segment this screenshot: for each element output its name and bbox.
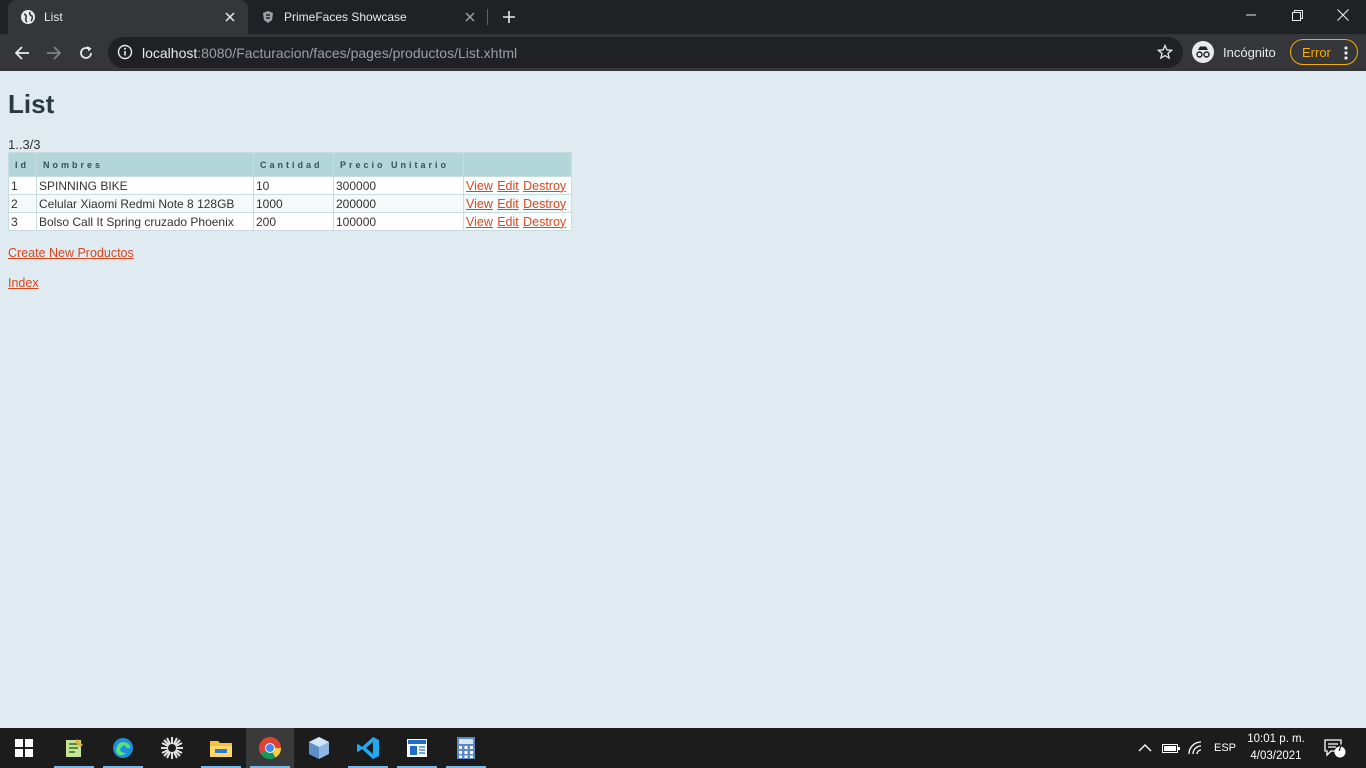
column-header-actions: [463, 152, 572, 177]
incognito-indicator[interactable]: Incógnito: [1192, 40, 1276, 64]
vscode-icon[interactable]: [344, 728, 392, 768]
productos-table: Id Nombres Cantidad Precio Unitario 1 SP…: [8, 152, 572, 231]
cell-nombre: SPINNING BIKE: [36, 176, 254, 195]
tab-separator: [487, 9, 488, 25]
page-content: List 1..3/3 Id Nombres Cantidad Precio U…: [0, 71, 1366, 728]
view-link[interactable]: View: [466, 197, 493, 211]
cell-cantidad: 1000: [253, 194, 334, 213]
primefaces-shield-icon: [260, 9, 276, 25]
view-link[interactable]: View: [466, 215, 493, 229]
profile-error-button[interactable]: Error: [1290, 39, 1358, 65]
destroy-link[interactable]: Destroy: [523, 179, 566, 193]
cell-precio: 300000: [333, 176, 464, 195]
language-indicator[interactable]: ESP: [1214, 728, 1236, 768]
pagination-range: 1..3/3: [8, 137, 41, 152]
cell-cantidad: 200: [253, 212, 334, 231]
clock-date: 4/03/2021: [1250, 750, 1302, 762]
windows-taskbar: ESP 10:01 p. m. 4/03/2021 7: [0, 728, 1366, 768]
table-row: 3 Bolso Call It Spring cruzado Phoenix 2…: [8, 212, 572, 231]
destroy-link[interactable]: Destroy: [523, 215, 566, 229]
clock-time: 10:01 p. m.: [1247, 733, 1305, 745]
tab-list[interactable]: List: [8, 0, 248, 34]
cell-actions: View Edit Destroy: [463, 194, 572, 213]
start-icon[interactable]: [0, 728, 48, 768]
table-row: 1 SPINNING BIKE 10 300000 View Edit Dest…: [8, 176, 572, 195]
view-link[interactable]: View: [466, 179, 493, 193]
incognito-label: Incógnito: [1223, 44, 1276, 60]
cell-cantidad: 10: [253, 176, 334, 195]
info-icon[interactable]: [117, 44, 133, 60]
wifi-icon[interactable]: [1188, 728, 1204, 768]
url-host: localhost: [142, 45, 198, 61]
table-row: 2 Celular Xiaomi Redmi Note 8 128GB 1000…: [8, 194, 572, 213]
clock[interactable]: 10:01 p. m. 4/03/2021: [1240, 731, 1312, 765]
battery-icon[interactable]: [1162, 728, 1180, 768]
tab-strip: List PrimeFaces Showcase: [0, 0, 1366, 34]
calculator-icon[interactable]: [442, 728, 490, 768]
cell-id: 2: [8, 194, 37, 213]
forward-arrow-icon[interactable]: [40, 39, 68, 67]
tab-title: List: [44, 10, 63, 24]
tab-title: PrimeFaces Showcase: [284, 10, 407, 24]
cell-precio: 100000: [333, 212, 464, 231]
edit-link[interactable]: Edit: [497, 197, 519, 211]
url-path: :8080/Facturacion/faces/pages/productos/…: [197, 45, 518, 61]
edge-icon[interactable]: [99, 728, 147, 768]
edit-link[interactable]: Edit: [497, 215, 519, 229]
notification-count: 7: [1337, 743, 1343, 753]
cell-actions: View Edit Destroy: [463, 212, 572, 231]
edit-link[interactable]: Edit: [497, 179, 519, 193]
cube-app-icon[interactable]: [295, 728, 343, 768]
globe-icon: [20, 9, 36, 25]
outlook-icon[interactable]: [393, 728, 441, 768]
chrome-icon[interactable]: [246, 728, 294, 768]
address-bar[interactable]: localhost:8080/Facturacion/faces/pages/p…: [108, 37, 1183, 68]
cell-id: 3: [8, 212, 37, 231]
close-tab-icon[interactable]: [460, 7, 480, 27]
menu-dots-icon[interactable]: [1344, 46, 1348, 60]
tab-primefaces-showcase[interactable]: PrimeFaces Showcase: [248, 0, 488, 34]
column-header-precio: Precio Unitario: [333, 152, 464, 177]
cell-nombre: Celular Xiaomi Redmi Note 8 128GB: [36, 194, 254, 213]
cell-id: 1: [8, 176, 37, 195]
page-title: List: [8, 89, 55, 119]
notification-center-icon[interactable]: 7: [1324, 728, 1346, 768]
reload-icon[interactable]: [72, 39, 100, 67]
bookmark-star-icon[interactable]: [1156, 43, 1174, 60]
column-header-nombres: Nombres: [36, 152, 254, 177]
minimize-icon[interactable]: [1228, 0, 1274, 30]
back-arrow-icon[interactable]: [8, 39, 36, 67]
window-close-icon[interactable]: [1320, 0, 1366, 30]
close-tab-icon[interactable]: [220, 7, 240, 27]
restore-icon[interactable]: [1274, 0, 1320, 30]
column-header-id: Id: [8, 152, 37, 177]
cell-actions: View Edit Destroy: [463, 176, 572, 195]
settings-gear-icon[interactable]: [148, 728, 196, 768]
browser-toolbar: localhost:8080/Facturacion/faces/pages/p…: [0, 34, 1366, 71]
incognito-icon: [1192, 41, 1214, 63]
notepad-plus-icon[interactable]: [50, 728, 98, 768]
new-tab-icon[interactable]: [498, 6, 520, 28]
cell-precio: 200000: [333, 194, 464, 213]
cell-nombre: Bolso Call It Spring cruzado Phoenix: [36, 212, 254, 231]
column-header-cantidad: Cantidad: [253, 152, 334, 177]
table-header-row: Id Nombres Cantidad Precio Unitario: [8, 152, 572, 177]
create-new-productos-link[interactable]: Create New Productos: [8, 246, 134, 260]
destroy-link[interactable]: Destroy: [523, 197, 566, 211]
error-label: Error: [1302, 44, 1331, 60]
url-text: localhost:8080/Facturacion/faces/pages/p…: [142, 45, 517, 61]
file-explorer-icon[interactable]: [197, 728, 245, 768]
index-link[interactable]: Index: [8, 276, 39, 290]
show-hidden-icons-chevron-icon[interactable]: [1138, 728, 1152, 768]
